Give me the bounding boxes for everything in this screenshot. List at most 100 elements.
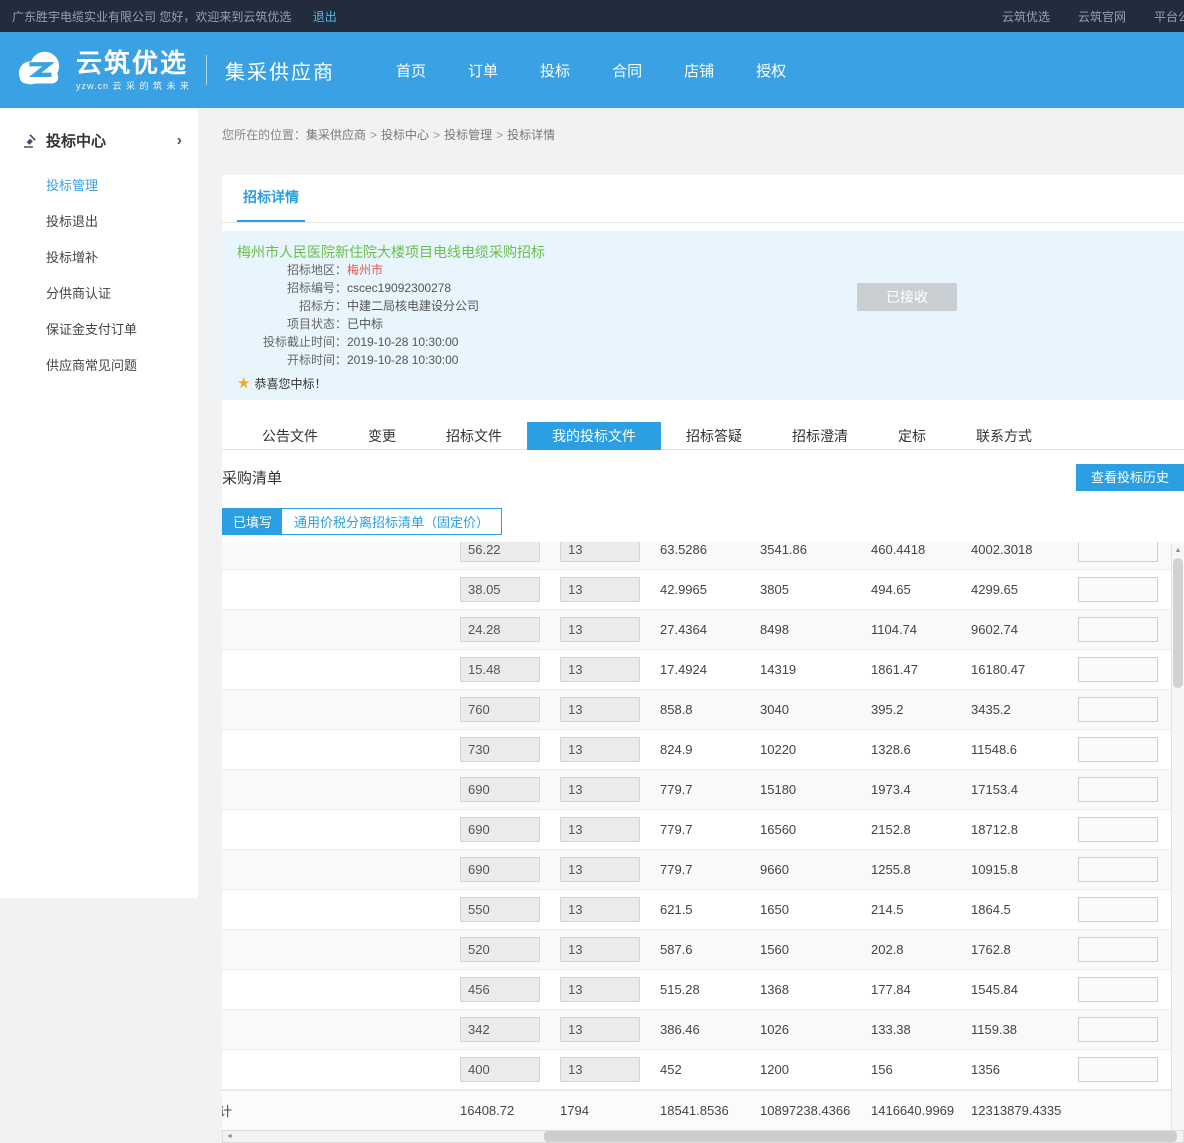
topbar-link[interactable]: 平台公告 — [1154, 10, 1184, 24]
tax-unit-price-cell: 42.9965 — [660, 582, 760, 597]
bid-list-tag[interactable]: 已填写 通用价税分离招标清单（固定价） — [222, 508, 502, 535]
tax-rate-input[interactable] — [560, 777, 640, 802]
tax-amount-cell: 1255.8 — [871, 862, 971, 877]
purchase-list-title: 采购清单 — [222, 467, 282, 488]
tab-我的投标文件[interactable]: 我的投标文件 — [527, 422, 661, 450]
remark-input[interactable] — [1078, 542, 1158, 562]
star-icon: ★ — [237, 376, 250, 391]
tab-招标澄清[interactable]: 招标澄清 — [767, 422, 873, 450]
breadcrumb-item[interactable]: 投标管理 — [444, 128, 492, 142]
sidebar-item-投标退出[interactable]: 投标退出 — [0, 207, 198, 237]
sidebar-item-投标增补[interactable]: 投标增补 — [0, 243, 198, 273]
unit-price-input[interactable] — [460, 777, 540, 802]
tax-rate-input[interactable] — [560, 1017, 640, 1042]
tab-公告文件[interactable]: 公告文件 — [237, 422, 343, 450]
scroll-up-icon[interactable]: ▲ — [1172, 544, 1184, 557]
unit-price-input[interactable] — [460, 657, 540, 682]
remark-input[interactable] — [1078, 857, 1158, 882]
topbar-link[interactable]: 云筑官网 — [1078, 10, 1126, 24]
sidebar-item-投标管理[interactable]: 投标管理 — [0, 171, 198, 201]
nav-item-店铺[interactable]: 店铺 — [670, 52, 728, 89]
table-row: 779.7151801973.417153.4 — [222, 770, 1184, 810]
unit-price-input[interactable] — [460, 697, 540, 722]
remark-input[interactable] — [1078, 617, 1158, 642]
nav-item-首页[interactable]: 首页 — [382, 52, 440, 89]
brand-name: 云筑优选 — [76, 49, 190, 77]
tax-rate-input[interactable] — [560, 577, 640, 602]
tax-rate-input[interactable] — [560, 937, 640, 962]
unit-price-input[interactable] — [460, 937, 540, 962]
field-label: 开标时间： — [237, 351, 347, 369]
nav-item-授权[interactable]: 授权 — [742, 52, 800, 89]
remark-input[interactable] — [1078, 1057, 1158, 1082]
tax-rate-input[interactable] — [560, 542, 640, 562]
breadcrumb-item[interactable]: 投标详情 — [507, 128, 555, 142]
tax-rate-input[interactable] — [560, 977, 640, 1002]
remark-input[interactable] — [1078, 937, 1158, 962]
scroll-left-icon[interactable]: ◄ — [223, 1131, 236, 1142]
brand-logo[interactable]: 云筑优选 yzw.cn 云 采 的 筑 未 来 — [10, 46, 190, 94]
amount-cell: 1368 — [760, 982, 871, 997]
remark-input[interactable] — [1078, 1017, 1158, 1042]
tab-招标答疑[interactable]: 招标答疑 — [661, 422, 767, 450]
remark-input[interactable] — [1078, 977, 1158, 1002]
detail-tabbar: 招标详情 — [222, 175, 1184, 223]
tax-rate-input[interactable] — [560, 617, 640, 642]
project-field-row: 招标方：中建二局核电建设分公司 — [237, 297, 1184, 315]
breadcrumb-item[interactable]: 投标中心 — [381, 128, 429, 142]
tax-rate-input[interactable] — [560, 737, 640, 762]
logout-link[interactable]: 退出 — [313, 10, 337, 24]
received-button[interactable]: 已接收 — [857, 283, 957, 311]
total-with-tax-cell: 17153.4 — [971, 782, 1078, 797]
welcome-text: 广东胜宇电缆实业有限公司 您好，欢迎来到云筑优选 — [12, 10, 291, 24]
breadcrumb-separator: > — [433, 128, 440, 142]
remark-input[interactable] — [1078, 737, 1158, 762]
horizontal-scrollbar[interactable]: ◄ — [222, 1130, 1184, 1143]
nav-item-投标[interactable]: 投标 — [526, 52, 584, 89]
unit-price-input[interactable] — [460, 542, 540, 562]
tax-rate-input[interactable] — [560, 857, 640, 882]
breadcrumb-item[interactable]: 集采供应商 — [306, 128, 366, 142]
unit-price-input[interactable] — [460, 977, 540, 1002]
unit-price-input[interactable] — [460, 617, 540, 642]
topbar-link[interactable]: 云筑优选 — [1002, 10, 1050, 24]
sidebar-item-保证金支付订单[interactable]: 保证金支付订单 — [0, 315, 198, 345]
remark-input[interactable] — [1078, 777, 1158, 802]
tax-unit-price-cell: 587.6 — [660, 942, 760, 957]
tax-rate-input[interactable] — [560, 897, 640, 922]
list-name: 通用价税分离招标清单（固定价） — [282, 509, 501, 534]
nav-item-订单[interactable]: 订单 — [454, 52, 512, 89]
tax-rate-input[interactable] — [560, 1057, 640, 1082]
tax-rate-input[interactable] — [560, 697, 640, 722]
tax-rate-input[interactable] — [560, 817, 640, 842]
remark-input[interactable] — [1078, 697, 1158, 722]
vertical-scroll-thumb[interactable] — [1173, 558, 1183, 688]
unit-price-input[interactable] — [460, 737, 540, 762]
vertical-scrollbar[interactable]: ▲ — [1171, 544, 1184, 1130]
nav-item-合同[interactable]: 合同 — [598, 52, 656, 89]
unit-price-input[interactable] — [460, 897, 540, 922]
tab-联系方式[interactable]: 联系方式 — [951, 422, 1057, 450]
tab-bid-detail[interactable]: 招标详情 — [237, 175, 305, 222]
tax-rate-input[interactable] — [560, 657, 640, 682]
sidebar-item-供应商常见问题[interactable]: 供应商常见问题 — [0, 351, 198, 381]
view-bid-history-button[interactable]: 查看投标历史 — [1076, 464, 1184, 491]
tax-amount-cell: 177.84 — [871, 982, 971, 997]
unit-price-input[interactable] — [460, 577, 540, 602]
remark-input[interactable] — [1078, 897, 1158, 922]
unit-price-input[interactable] — [460, 1057, 540, 1082]
sidebar-item-分供商认证[interactable]: 分供商认证 — [0, 279, 198, 309]
tab-招标文件[interactable]: 招标文件 — [421, 422, 527, 450]
remark-input[interactable] — [1078, 657, 1158, 682]
remark-input[interactable] — [1078, 817, 1158, 842]
tab-定标[interactable]: 定标 — [873, 422, 951, 450]
remark-input[interactable] — [1078, 577, 1158, 602]
table-row: 63.52863541.86460.44184002.3018 — [222, 542, 1184, 570]
chevron-right-icon[interactable]: › — [177, 132, 182, 150]
unit-price-input[interactable] — [460, 1017, 540, 1042]
unit-price-input[interactable] — [460, 857, 540, 882]
tab-变更[interactable]: 变更 — [343, 422, 421, 450]
horizontal-scroll-thumb[interactable] — [544, 1131, 1177, 1142]
unit-price-input[interactable] — [460, 817, 540, 842]
sidebar-header[interactable]: 投标中心 › — [0, 130, 198, 165]
